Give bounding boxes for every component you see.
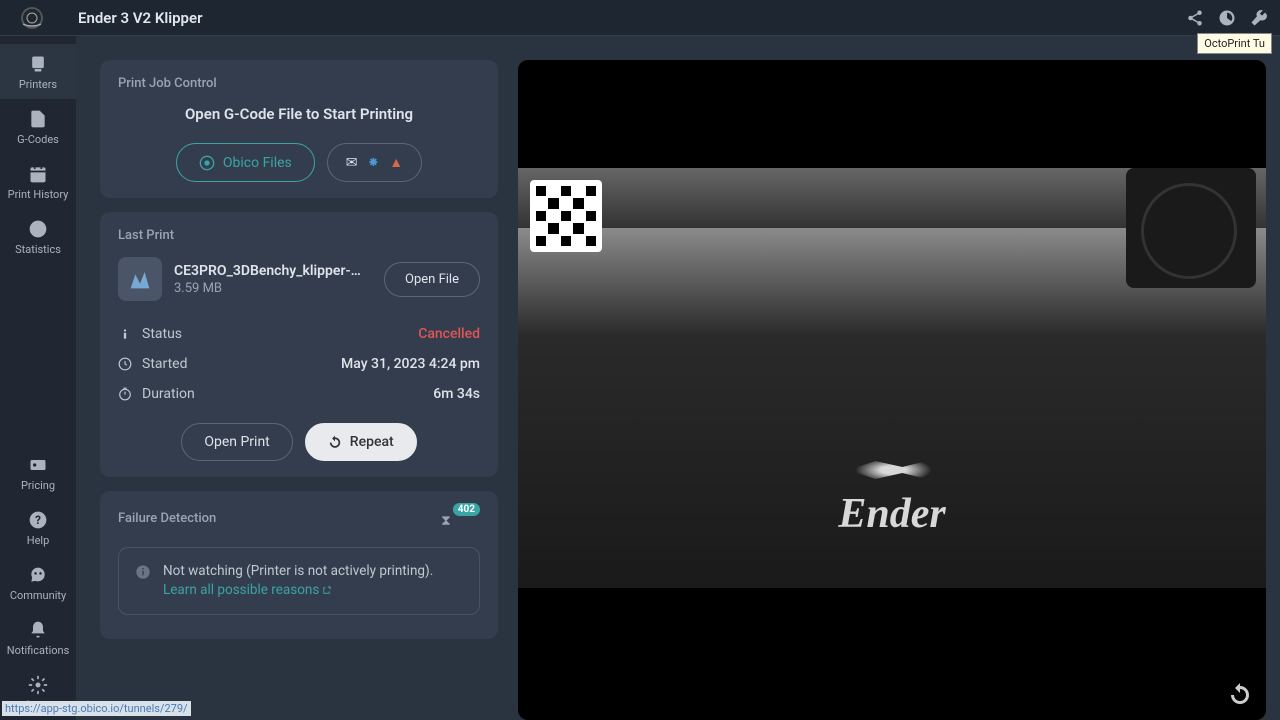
sidebar-item-gcodes[interactable]: G-Codes <box>0 99 76 154</box>
external-link-icon <box>321 585 332 596</box>
obico-icon <box>199 155 215 171</box>
repeat-button[interactable]: Repeat <box>305 423 417 461</box>
obico-logo-icon[interactable] <box>20 6 44 30</box>
status-value: Cancelled <box>418 326 480 342</box>
card-title: Failure Detection <box>118 511 216 526</box>
timer-icon <box>118 387 132 401</box>
share-icon[interactable] <box>1186 9 1204 27</box>
open-gcode-prompt: Open G-Code File to Start Printing <box>118 105 480 123</box>
fan-shroud <box>1126 168 1256 288</box>
page-title: Ender 3 V2 Klipper <box>78 9 202 27</box>
wrench-icon[interactable] <box>1250 9 1268 27</box>
sidebar-item-community[interactable]: Community <box>0 555 76 610</box>
bed-logo: Ender <box>838 490 945 538</box>
card-title: Last Print <box>118 228 480 243</box>
camera-panel: Ender <box>518 60 1266 720</box>
filename: CE3PRO_3DBenchy_klipper-… <box>174 263 372 279</box>
envelope-icon: ✉ <box>346 155 358 171</box>
failure-detection-card: Failure Detection ⧗ 402 Not watching (Pr… <box>100 491 498 639</box>
started-value: May 31, 2023 4:24 pm <box>341 356 480 372</box>
last-print-card: Last Print CE3PRO_3DBenchy_klipper-… 3.5… <box>100 212 498 477</box>
sidebar-item-help[interactable]: ?Help <box>0 500 76 555</box>
card-title: Print Job Control <box>118 76 480 91</box>
clock-icon <box>118 357 132 371</box>
svg-text:?: ? <box>35 513 41 527</box>
reload-icon[interactable] <box>1228 682 1252 706</box>
learn-reasons-link[interactable]: Learn all possible reasons <box>163 582 332 598</box>
info-icon <box>118 327 132 341</box>
camera-feed[interactable]: Ender <box>518 168 1266 588</box>
open-file-button[interactable]: Open File <box>384 262 480 297</box>
sidebar-item-pricing[interactable]: Pricing <box>0 445 76 500</box>
sidebar: Printers G-Codes Print History Statistic… <box>0 36 76 720</box>
status-bar-url: https://app-stg.obico.io/tunnels/279/ <box>2 701 191 716</box>
tooltip: OctoPrint Tu <box>1197 33 1272 54</box>
info-icon <box>135 564 151 580</box>
open-print-button[interactable]: Open Print <box>181 423 292 461</box>
filesize: 3.59 MB <box>174 281 372 296</box>
octoprint-tunnel-icon[interactable] <box>1218 9 1236 27</box>
bluetooth-icon: ⁕ <box>368 155 380 171</box>
print-job-control-card: Print Job Control Open G-Code File to St… <box>100 60 498 198</box>
not-watching-alert: Not watching (Printer is not actively pr… <box>118 547 480 615</box>
hourglass-icon: ⧗ <box>441 513 451 529</box>
sidebar-item-printers[interactable]: Printers <box>0 44 76 99</box>
repeat-icon <box>328 435 342 449</box>
warning-icon: ▲ <box>389 154 403 171</box>
sidebar-item-statistics[interactable]: Statistics <box>0 209 76 264</box>
duration-value: 6m 34s <box>433 386 480 402</box>
sidebar-item-notifications[interactable]: Notifications <box>0 610 76 665</box>
sidebar-item-print-history[interactable]: Print History <box>0 154 76 209</box>
credits-badge[interactable]: 402 <box>453 503 480 516</box>
qr-code <box>530 180 602 252</box>
file-thumbnail <box>118 257 162 301</box>
obico-files-button[interactable]: Obico Files <box>176 143 315 182</box>
upload-sources-button[interactable]: ✉ ⁕ ▲ <box>327 143 422 182</box>
